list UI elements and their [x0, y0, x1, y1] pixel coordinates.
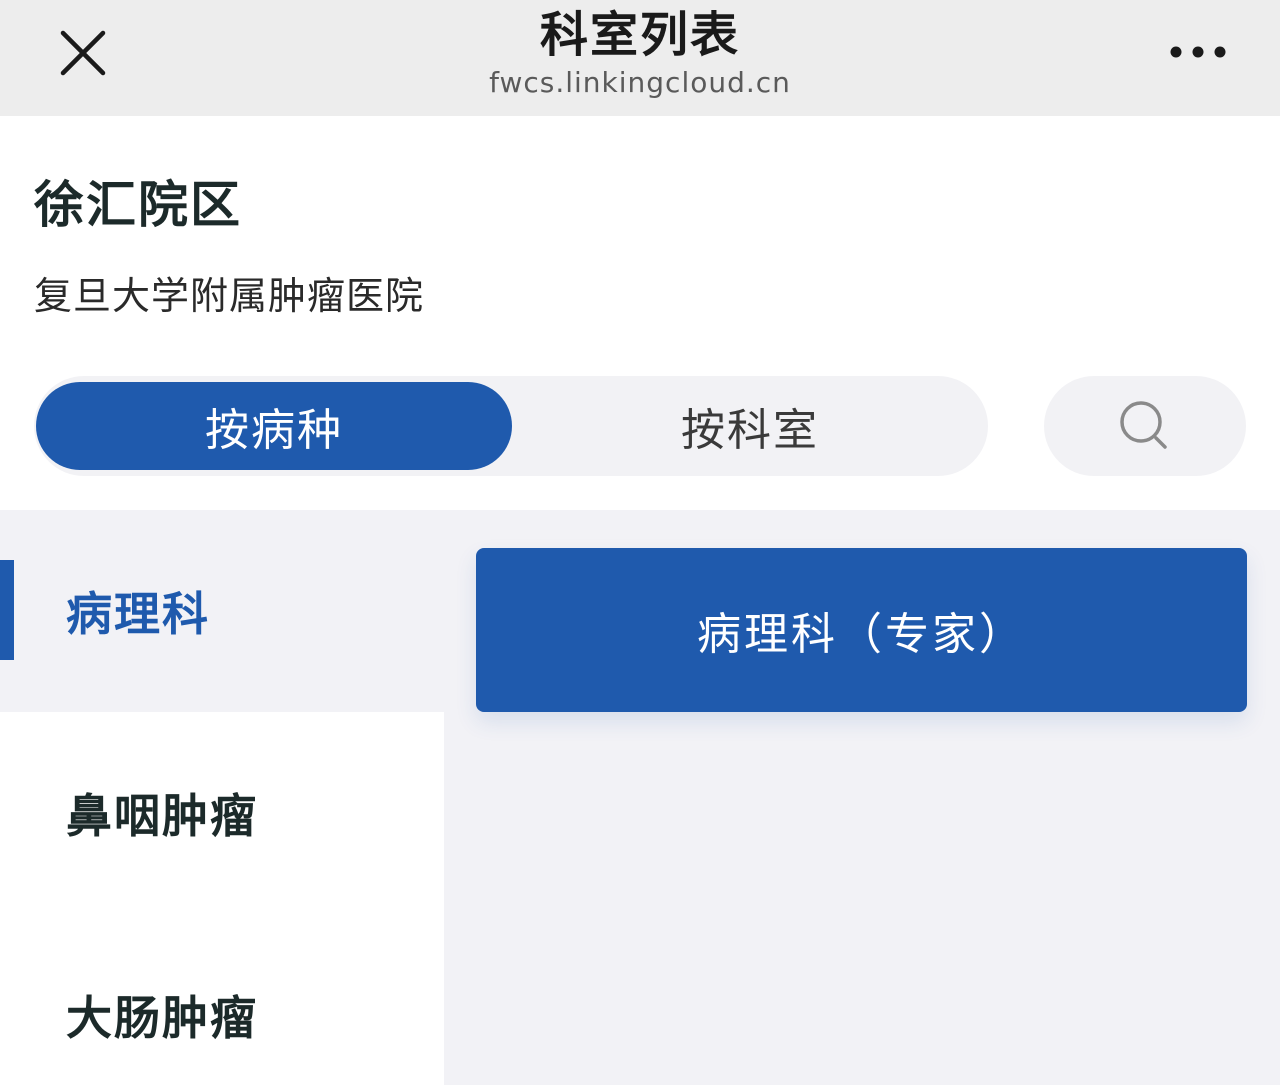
disease-item-label: 大肠肿瘤	[66, 990, 258, 1045]
disease-item-label: 病理科	[66, 587, 210, 641]
close-button[interactable]	[50, 20, 116, 86]
disease-item-pathology[interactable]: 病理科	[0, 510, 444, 712]
nav-title-group: 科室列表 fwcs.linkingcloud.cn	[340, 4, 940, 100]
disease-item-colorectal[interactable]: 大肠肿瘤	[0, 914, 444, 1085]
search-button[interactable]	[1044, 376, 1246, 476]
page-url: fwcs.linkingcloud.cn	[489, 66, 791, 99]
category-toggle: 按科室 按病种	[34, 376, 988, 476]
more-dots-icon	[1170, 46, 1226, 58]
department-card[interactable]: 病理科（专家）	[476, 548, 1247, 712]
disease-list: 病理科 鼻咽肿瘤 大肠肿瘤	[0, 510, 444, 1085]
more-button[interactable]	[1160, 24, 1236, 80]
hospital-name: 复旦大学附属肿瘤医院	[34, 274, 425, 318]
department-list: 病理科（专家）	[444, 510, 1280, 1085]
department-browser: 病理科 鼻咽肿瘤 大肠肿瘤 病理科（专家）	[0, 510, 1280, 1085]
disease-item-label: 鼻咽肿瘤	[66, 789, 258, 843]
tab-by-disease[interactable]: 按病种	[36, 382, 512, 470]
close-icon	[60, 30, 106, 76]
search-icon	[1120, 401, 1167, 449]
disease-item-nasopharyngeal[interactable]: 鼻咽肿瘤	[0, 712, 444, 914]
top-navbar: 科室列表 fwcs.linkingcloud.cn	[0, 0, 1280, 116]
tab-by-department[interactable]: 按科室	[512, 376, 988, 476]
campus-title: 徐汇院区	[34, 176, 242, 234]
page-title: 科室列表	[539, 7, 740, 63]
active-indicator	[0, 560, 14, 660]
